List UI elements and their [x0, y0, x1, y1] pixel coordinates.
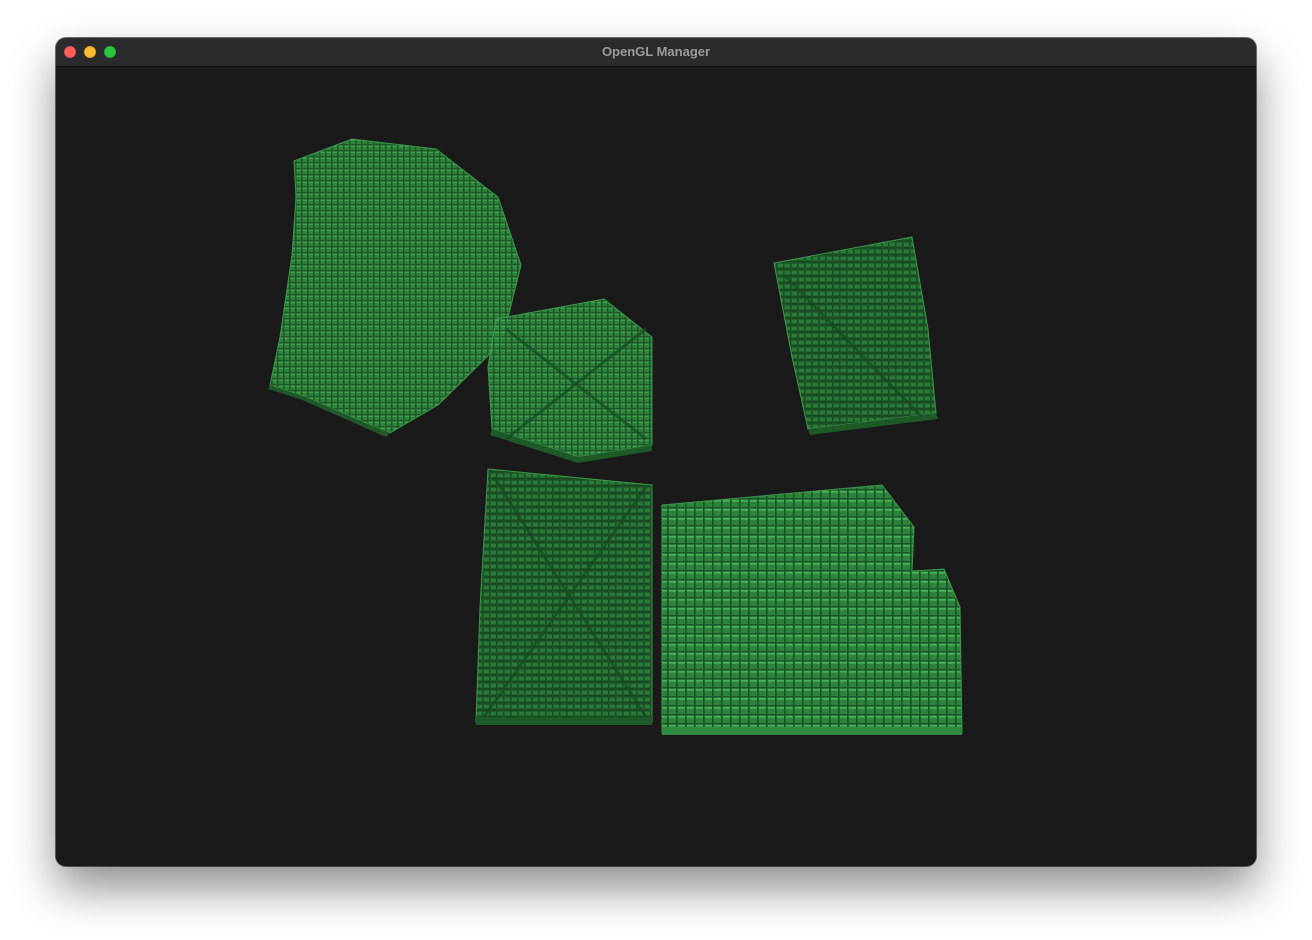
app-window: OpenGL Manager: [56, 38, 1256, 866]
render-canvas: [268, 138, 963, 735]
title-bar[interactable]: OpenGL Manager: [56, 38, 1256, 67]
voxel-edge: [662, 727, 962, 735]
voxel-surface: [269, 138, 522, 434]
voxel-surface: [661, 484, 963, 734]
voxel-object-top-left: [268, 138, 522, 437]
voxel-object-right-tilted: [773, 236, 938, 435]
voxel-edge: [476, 717, 652, 725]
opengl-viewport[interactable]: [56, 67, 1256, 866]
window-title: OpenGL Manager: [601, 44, 711, 59]
voxel-object-bottom-right-slab: [661, 484, 963, 735]
voxel-surface: [773, 236, 937, 430]
